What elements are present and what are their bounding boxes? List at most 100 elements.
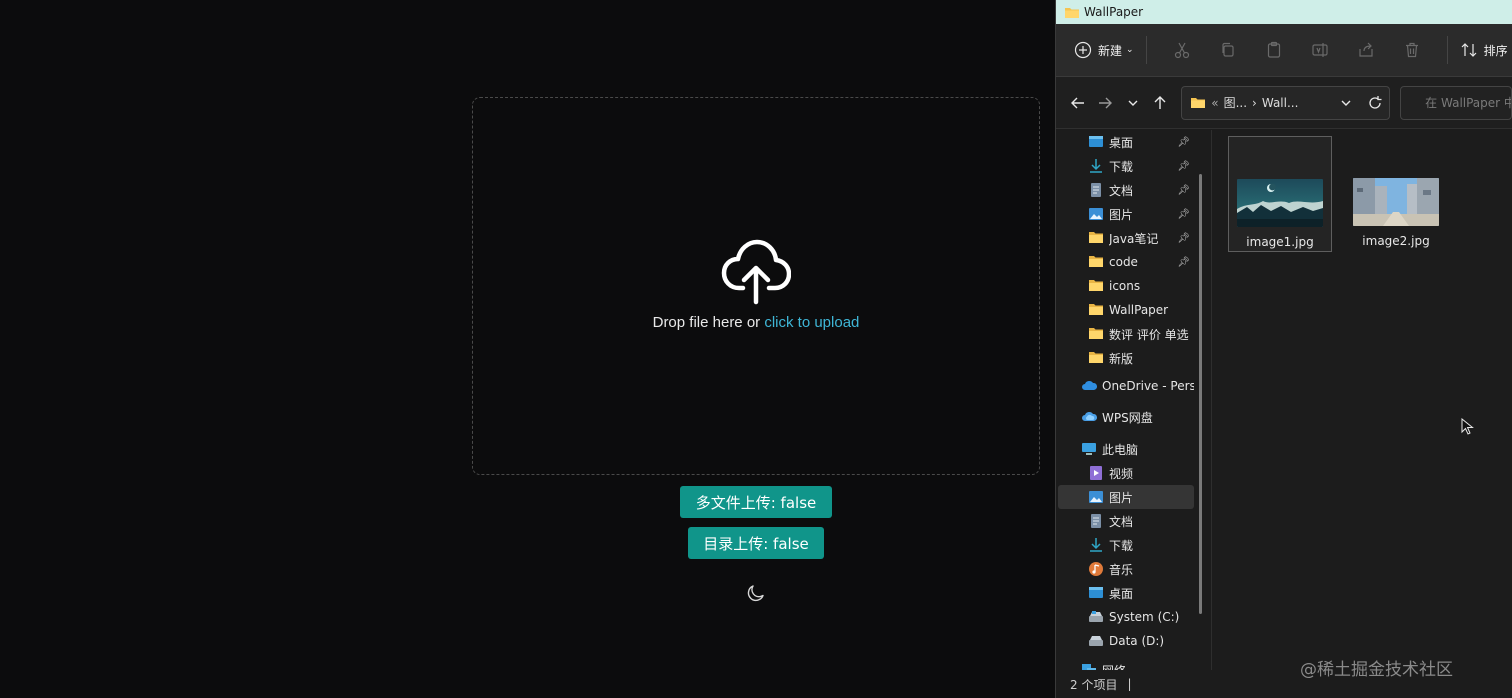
- refresh-icon[interactable]: [1367, 95, 1383, 111]
- sidebar-item-java-notes[interactable]: Java笔记 📌︎: [1088, 226, 1194, 250]
- drive-icon: [1088, 633, 1104, 649]
- folder-icon: [1088, 350, 1104, 366]
- multi-file-upload-toggle[interactable]: 多文件上传: false: [680, 486, 832, 518]
- navigation-bar: « 图... › Wall... 在 WallPaper 中搜索: [1056, 77, 1512, 129]
- address-bar[interactable]: « 图... › Wall...: [1181, 85, 1391, 120]
- sidebar-item-pictures[interactable]: 图片 📌︎: [1088, 202, 1194, 226]
- forward-arrow-icon[interactable]: [1095, 92, 1115, 114]
- rename-icon[interactable]: [1308, 38, 1332, 62]
- sidebar-item-wallpaper[interactable]: WallPaper: [1088, 298, 1194, 322]
- sidebar-item-pc-downloads[interactable]: 下载: [1088, 533, 1194, 557]
- navigation-scrollbar[interactable]: [1199, 174, 1202, 614]
- search-input[interactable]: 在 WallPaper 中搜索: [1400, 85, 1512, 120]
- toolbar-divider: [1145, 36, 1147, 64]
- download-icon: [1088, 158, 1104, 174]
- back-arrow-icon[interactable]: [1068, 92, 1088, 114]
- status-separator: |: [1127, 677, 1132, 691]
- pin-icon: 📌︎: [1177, 184, 1190, 196]
- sidebar-item-drive-c[interactable]: System (C:): [1088, 605, 1194, 629]
- pane-divider[interactable]: [1211, 130, 1212, 670]
- pin-icon: 📌︎: [1177, 136, 1190, 148]
- paste-icon[interactable]: [1262, 38, 1286, 62]
- folder-icon: [1088, 278, 1104, 294]
- file-name: image2.jpg: [1362, 234, 1430, 248]
- sidebar-item-drive-d[interactable]: Data (D:): [1088, 629, 1194, 653]
- pictures-icon: [1088, 206, 1104, 222]
- sidebar-item-pc-desktop[interactable]: 桌面: [1088, 581, 1194, 605]
- directory-upload-toggle[interactable]: 目录上传: false: [688, 527, 824, 559]
- sort-button[interactable]: 排序: [1460, 41, 1508, 59]
- up-arrow-icon[interactable]: [1150, 92, 1170, 114]
- cut-icon[interactable]: [1170, 38, 1194, 62]
- sidebar-item-pc-pictures[interactable]: 图片: [1058, 485, 1194, 509]
- pin-icon: 📌︎: [1177, 256, 1190, 268]
- cloud-upload-icon: [721, 239, 791, 304]
- sidebar-item-downloads[interactable]: 下载 📌︎: [1088, 154, 1194, 178]
- click-to-upload-link[interactable]: click to upload: [764, 314, 859, 331]
- music-icon: [1088, 561, 1104, 577]
- document-icon: [1088, 513, 1104, 529]
- watermark: @稀土掘金技术社区: [1300, 660, 1453, 680]
- sidebar-item-onedrive[interactable]: OneDrive - Personal: [1081, 374, 1194, 398]
- new-button[interactable]: 新建 ⌄: [1074, 41, 1134, 59]
- folder-icon: [1191, 98, 1206, 108]
- navigation-pane: 桌面 📌︎ 下载 📌︎ 文档 📌︎ 图片 📌︎ Java笔记 �: [1056, 130, 1206, 670]
- sidebar-item-new-version[interactable]: 新版: [1088, 346, 1194, 370]
- address-overflow[interactable]: «: [1211, 96, 1218, 110]
- copy-icon[interactable]: [1216, 38, 1240, 62]
- share-icon[interactable]: [1354, 38, 1378, 62]
- address-dropdown-icon[interactable]: [1339, 96, 1353, 110]
- image2-thumbnail: [1353, 178, 1439, 226]
- toolbar-divider: [1446, 36, 1448, 64]
- breadcrumb-pictures[interactable]: 图...: [1224, 94, 1247, 111]
- wps-cloud-icon: [1081, 409, 1098, 425]
- sidebar-item-icons[interactable]: icons: [1088, 274, 1194, 298]
- network-icon: [1081, 662, 1097, 670]
- sidebar-item-documents[interactable]: 文档 📌︎: [1088, 178, 1194, 202]
- sort-label: 排序: [1483, 43, 1508, 58]
- folder-icon: [1065, 7, 1079, 18]
- onedrive-cloud-icon: [1081, 378, 1098, 394]
- folder-icon: [1088, 326, 1104, 342]
- explorer-body: 桌面 📌︎ 下载 📌︎ 文档 📌︎ 图片 📌︎ Java笔记 �: [1056, 130, 1512, 670]
- sort-icon: [1461, 43, 1476, 57]
- explorer-toolbar: 新建 ⌄ 排序: [1056, 24, 1512, 77]
- drop-text: Drop file here or: [652, 313, 765, 331]
- delete-icon[interactable]: [1400, 38, 1424, 62]
- breadcrumb-wallpaper[interactable]: Wall...: [1262, 96, 1299, 110]
- drive-icon: [1088, 609, 1104, 625]
- folder-icon: [1088, 302, 1104, 318]
- sidebar-item-music[interactable]: 音乐: [1088, 557, 1194, 581]
- recent-locations-chevron-icon[interactable]: [1123, 92, 1143, 114]
- sidebar-item-network[interactable]: 网络: [1081, 658, 1194, 670]
- moon-icon[interactable]: [746, 583, 766, 603]
- upload-dropzone[interactable]: Drop file here or click to upload: [472, 97, 1040, 475]
- sidebar-item-review-folder[interactable]: 数评 评价 单选: [1088, 322, 1194, 346]
- desktop-icon: [1088, 134, 1104, 150]
- sidebar-item-videos[interactable]: 视频: [1088, 461, 1194, 485]
- sidebar-item-wps-drive[interactable]: WPS网盘: [1081, 405, 1194, 429]
- breadcrumb-separator-icon: ›: [1252, 95, 1257, 110]
- folder-icon: [1088, 230, 1104, 246]
- sidebar-item-pc-documents[interactable]: 文档: [1088, 509, 1194, 533]
- document-icon: [1088, 182, 1104, 198]
- download-icon: [1088, 537, 1104, 553]
- plus-circle-icon: [1074, 41, 1092, 59]
- pin-icon: 📌︎: [1177, 208, 1190, 220]
- pin-icon: 📌︎: [1177, 232, 1190, 244]
- explorer-titlebar[interactable]: WallPaper: [1056, 0, 1512, 24]
- file-item-image2[interactable]: image2.jpg: [1344, 136, 1448, 252]
- sidebar-item-desktop[interactable]: 桌面 📌︎: [1088, 130, 1194, 154]
- computer-icon: [1081, 441, 1097, 457]
- file-item-image1[interactable]: image1.jpg: [1228, 136, 1332, 252]
- mouse-cursor-icon: [1461, 418, 1474, 435]
- new-label: 新建: [1098, 43, 1123, 58]
- upload-instructions: Drop file here or click to upload: [653, 314, 860, 331]
- window-title: WallPaper: [1084, 5, 1144, 19]
- item-count: 2 个项目: [1070, 677, 1118, 692]
- sidebar-item-code[interactable]: code 📌︎: [1088, 250, 1194, 274]
- desktop-icon: [1088, 585, 1104, 601]
- image1-thumbnail: [1237, 179, 1323, 227]
- search-placeholder: 在 WallPaper 中搜索: [1425, 96, 1511, 110]
- sidebar-item-this-pc[interactable]: 此电脑: [1081, 437, 1194, 461]
